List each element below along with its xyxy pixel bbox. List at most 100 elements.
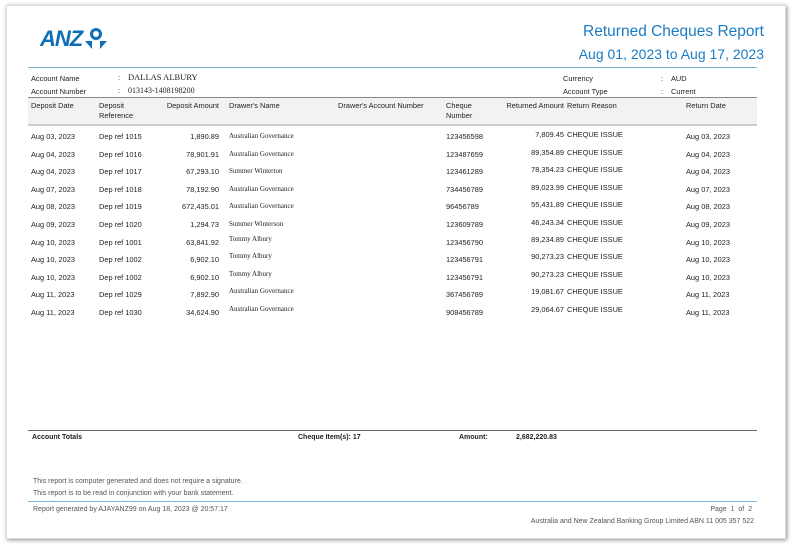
cell-deposit-reference: Dep ref 1020	[99, 220, 142, 229]
anz-people-icon	[85, 28, 108, 49]
cell-returned-amount: 90,273.23	[531, 252, 564, 262]
column-header-return-reason[interactable]: Return Reason	[567, 101, 617, 111]
cell-deposit-reference: Dep ref 1001	[99, 237, 142, 247]
cell-cheque-number: 96456789	[446, 202, 479, 212]
cell-returned-amount: 29,064.67	[531, 305, 564, 314]
header-divider	[28, 67, 757, 68]
cell-deposit-amount: 6,902.10	[190, 255, 219, 265]
currency-label: Currency	[563, 74, 593, 83]
totals-items: Cheque Item(s): 17	[298, 434, 361, 441]
cell-drawers-name: Summer Winterton	[229, 167, 283, 176]
cell-drawers-name: Australian Governance	[229, 305, 294, 313]
cell-deposit-reference: Dep ref 1029	[99, 290, 142, 300]
cell-return-date: Aug 10, 2023	[686, 237, 730, 247]
cell-return-date: Aug 08, 2023	[686, 202, 730, 212]
company-info: Australia and New Zealand Banking Group …	[530, 518, 754, 525]
cell-deposit-reference: Dep ref 1017	[99, 167, 142, 177]
cell-return-date: Aug 10, 2023	[686, 255, 730, 265]
cell-deposit-amount: 34,624.90	[186, 308, 219, 317]
cell-deposit-date: Aug 10, 2023	[31, 272, 75, 282]
cell-deposit-date: Aug 10, 2023	[31, 237, 75, 247]
cell-deposit-date: Aug 11, 2023	[31, 308, 75, 317]
cell-drawers-name: Tommy Albury	[229, 234, 272, 243]
footer-divider	[28, 501, 757, 502]
cell-deposit-amount: 78,901.91	[186, 149, 219, 159]
column-header-cheque-number[interactable]: Cheque Number	[446, 101, 486, 121]
cell-return-date: Aug 11, 2023	[686, 290, 730, 300]
cell-cheque-number: 734456789	[446, 184, 483, 194]
column-header-drawers-account-number[interactable]: Drawer's Account Number	[338, 101, 424, 111]
cell-deposit-reference: Dep ref 1019	[99, 202, 142, 212]
anz-logo: ANZ	[40, 26, 108, 52]
cell-return-reason: CHEQUE ISSUE	[567, 200, 623, 210]
footer-note-statement: This report is to be read in conjunction…	[33, 490, 234, 497]
account-name-label: Account Name	[31, 74, 80, 83]
cell-return-reason: CHEQUE ISSUE	[567, 165, 623, 175]
cell-drawers-name: Tommy Albury	[229, 269, 272, 278]
cell-cheque-number: 123609789	[446, 220, 483, 229]
column-header-drawers-name[interactable]: Drawer's Name	[229, 101, 280, 111]
account-name-value: DALLAS ALBURY	[128, 72, 198, 82]
cell-deposit-amount: 67,293.10	[186, 167, 219, 177]
cell-return-date: Aug 04, 2023	[686, 149, 730, 159]
cell-deposit-amount: 1,890.89	[190, 132, 219, 141]
cell-deposit-reference: Dep ref 1002	[99, 272, 142, 282]
cell-returned-amount: 55,431.89	[531, 200, 564, 210]
cell-returned-amount: 89,354.89	[531, 147, 564, 157]
currency-value: AUD	[671, 74, 687, 83]
cell-deposit-date: Aug 11, 2023	[31, 290, 75, 300]
sep: :	[118, 73, 121, 82]
cell-deposit-date: Aug 04, 2023	[31, 167, 75, 177]
column-header-deposit-reference[interactable]: Deposit Reference	[99, 101, 149, 121]
cell-deposit-date: Aug 07, 2023	[31, 184, 75, 194]
account-type-value: Current	[671, 87, 696, 96]
cell-returned-amount: 89,234.89	[531, 234, 564, 244]
cell-drawers-name: Australian Governance	[229, 184, 294, 193]
account-type-label: Account Type	[563, 87, 608, 96]
cell-drawers-name: Australian Governance	[229, 202, 294, 211]
column-header-deposit-amount[interactable]: Deposit Amount	[167, 101, 219, 111]
cell-drawers-name: Tommy Albury	[229, 252, 272, 261]
cell-return-reason: CHEQUE ISSUE	[567, 305, 623, 314]
cell-return-reason: CHEQUE ISSUE	[567, 287, 623, 297]
totals-amount-value: 2,682,220.83	[516, 434, 557, 441]
cell-return-date: Aug 11, 2023	[686, 308, 730, 317]
footer-note-signature: This report is computer generated and do…	[33, 478, 243, 485]
cell-drawers-name: Australian Governance	[229, 149, 294, 158]
cell-return-date: Aug 03, 2023	[686, 132, 730, 141]
cell-deposit-amount: 1,294.73	[190, 220, 219, 229]
account-number-label: Account Number	[31, 87, 87, 96]
cell-return-reason: CHEQUE ISSUE	[567, 218, 623, 227]
column-header-deposit-date[interactable]: Deposit Date	[31, 101, 74, 111]
cell-deposit-amount: 7,892.90	[190, 290, 219, 300]
cell-returned-amount: 7,809.45	[535, 130, 564, 139]
cell-deposit-reference: Dep ref 1015	[99, 132, 142, 141]
cell-deposit-amount: 6,902.10	[190, 272, 219, 282]
logo-text: ANZ	[40, 26, 83, 51]
column-header-return-date[interactable]: Return Date	[686, 101, 726, 111]
cell-cheque-number: 123456791	[446, 255, 483, 265]
cell-cheque-number: 123487659	[446, 149, 483, 159]
cell-return-reason: CHEQUE ISSUE	[567, 130, 623, 139]
cell-returned-amount: 89,023.99	[531, 182, 564, 192]
cell-return-date: Aug 07, 2023	[686, 184, 730, 194]
cell-drawers-name: Summer Winterson	[229, 220, 284, 228]
cell-deposit-date: Aug 08, 2023	[31, 202, 75, 212]
date-range: Aug 01, 2023 to Aug 17, 2023	[578, 46, 764, 62]
cell-return-date: Aug 04, 2023	[686, 167, 730, 177]
cell-deposit-reference: Dep ref 1002	[99, 255, 142, 265]
column-header-returned-amount[interactable]: Returned Amount	[506, 101, 564, 111]
account-number-value: 013143-1408198200	[128, 86, 195, 95]
generated-by: Report generated by AJAYANZ99 on Aug 18,…	[33, 506, 228, 513]
cell-drawers-name: Australian Governance	[229, 132, 294, 140]
cell-returned-amount: 90,273.23	[531, 269, 564, 279]
cell-cheque-number: 123456598	[446, 132, 483, 141]
cell-returned-amount: 78,354.23	[531, 165, 564, 175]
cell-returned-amount: 46,243.34	[531, 218, 564, 227]
cell-deposit-amount: 63,841.92	[186, 237, 219, 247]
cell-deposit-date: Aug 10, 2023	[31, 255, 75, 265]
cell-return-date: Aug 10, 2023	[686, 272, 730, 282]
cell-deposit-reference: Dep ref 1016	[99, 149, 142, 159]
cell-cheque-number: 123456791	[446, 272, 483, 282]
cell-deposit-amount: 672,435.01	[182, 202, 219, 212]
